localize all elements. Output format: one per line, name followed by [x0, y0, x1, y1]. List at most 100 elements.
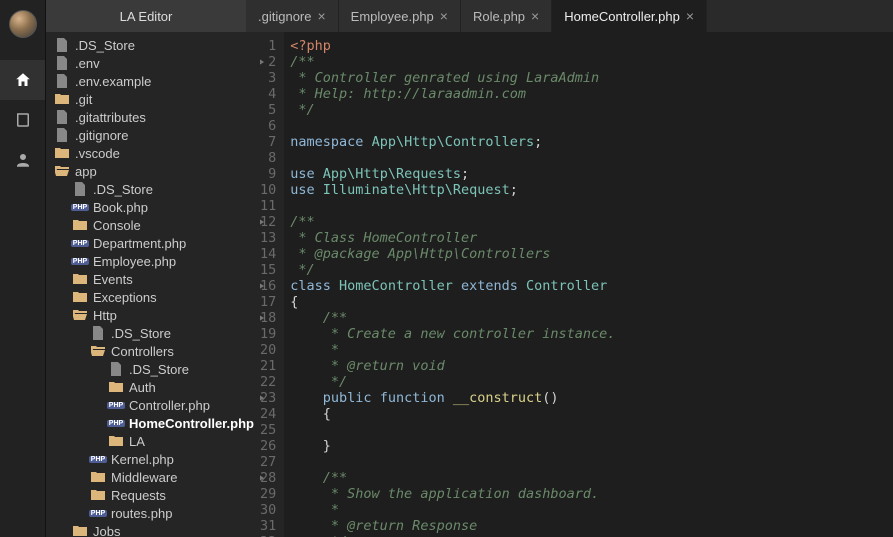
- close-icon[interactable]: ×: [531, 8, 539, 24]
- tree-item[interactable]: Controllers: [46, 342, 260, 360]
- code-line[interactable]: <?php: [290, 38, 893, 54]
- code-line[interactable]: */: [290, 262, 893, 278]
- tree-item[interactable]: .DS_Store: [46, 36, 260, 54]
- tree-item[interactable]: Middleware: [46, 468, 260, 486]
- tree-item-label: Employee.php: [93, 254, 176, 269]
- app-title: LA Editor: [46, 0, 246, 32]
- tree-item[interactable]: .DS_Store: [46, 324, 260, 342]
- code-line[interactable]: /**: [290, 54, 893, 70]
- code-line[interactable]: public function __construct(): [290, 390, 893, 406]
- code-line[interactable]: /**: [290, 310, 893, 326]
- code-line[interactable]: *: [290, 502, 893, 518]
- tree-item-label: Exceptions: [93, 290, 157, 305]
- folder-icon: [108, 379, 124, 395]
- code-line[interactable]: * Help: http://laraadmin.com: [290, 86, 893, 102]
- line-number: 4: [260, 86, 276, 102]
- tree-item[interactable]: .vscode: [46, 144, 260, 162]
- tree-item[interactable]: .DS_Store: [46, 360, 260, 378]
- editor[interactable]: 1234567891011121314151617181920212223242…: [260, 32, 893, 537]
- file-icon: [72, 181, 88, 197]
- line-number: 28: [260, 470, 276, 486]
- folder-open-icon: [90, 343, 106, 359]
- tree-item[interactable]: .gitignore: [46, 126, 260, 144]
- avatar[interactable]: [9, 10, 37, 38]
- line-number: 8: [260, 150, 276, 166]
- code-line[interactable]: [290, 198, 893, 214]
- tree-item[interactable]: Jobs: [46, 522, 260, 537]
- folder-icon: [72, 523, 88, 537]
- line-number: 24: [260, 406, 276, 422]
- close-icon[interactable]: ×: [686, 8, 694, 24]
- code-line[interactable]: * @return Response: [290, 518, 893, 534]
- code[interactable]: <?php/** * Controller genrated using Lar…: [284, 32, 893, 537]
- code-line[interactable]: *: [290, 342, 893, 358]
- tree-item-label: Controllers: [111, 344, 174, 359]
- tree-item[interactable]: app: [46, 162, 260, 180]
- code-line[interactable]: * @return void: [290, 358, 893, 374]
- tree-item[interactable]: PHPDepartment.php: [46, 234, 260, 252]
- nav-home[interactable]: [0, 60, 45, 100]
- code-line[interactable]: * Controller genrated using LaraAdmin: [290, 70, 893, 86]
- tab-role-php[interactable]: Role.php×: [461, 0, 552, 32]
- tree-item[interactable]: .gitattributes: [46, 108, 260, 126]
- nav-book[interactable]: [0, 100, 45, 140]
- code-line[interactable]: /**: [290, 214, 893, 230]
- php-icon: PHP: [72, 199, 88, 215]
- tree-item[interactable]: PHPEmployee.php: [46, 252, 260, 270]
- tree-item[interactable]: PHProutes.php: [46, 504, 260, 522]
- tree-item[interactable]: PHPBook.php: [46, 198, 260, 216]
- code-line[interactable]: [290, 150, 893, 166]
- home-icon: [14, 71, 32, 89]
- code-line[interactable]: */: [290, 102, 893, 118]
- tree-item[interactable]: PHPController.php: [46, 396, 260, 414]
- file-icon: [54, 73, 70, 89]
- line-number: 21: [260, 358, 276, 374]
- code-line[interactable]: }: [290, 438, 893, 454]
- file-tree[interactable]: .DS_Store.env.env.example.git.gitattribu…: [46, 32, 260, 537]
- tree-item[interactable]: LA: [46, 432, 260, 450]
- tree-item-label: .DS_Store: [75, 38, 135, 53]
- line-number: 23: [260, 390, 276, 406]
- tree-item[interactable]: Events: [46, 270, 260, 288]
- tree-item[interactable]: .env.example: [46, 72, 260, 90]
- code-line[interactable]: namespace App\Http\Controllers;: [290, 134, 893, 150]
- code-line[interactable]: use App\Http\Requests;: [290, 166, 893, 182]
- tab--gitignore[interactable]: .gitignore×: [246, 0, 339, 32]
- tree-item[interactable]: Exceptions: [46, 288, 260, 306]
- tree-item-label: app: [75, 164, 97, 179]
- tree-item-label: Auth: [129, 380, 156, 395]
- code-line[interactable]: [290, 118, 893, 134]
- close-icon[interactable]: ×: [440, 8, 448, 24]
- code-line[interactable]: * Create a new controller instance.: [290, 326, 893, 342]
- tree-item[interactable]: Console: [46, 216, 260, 234]
- code-line[interactable]: {: [290, 294, 893, 310]
- tree-item[interactable]: PHPHomeController.php: [46, 414, 260, 432]
- close-icon[interactable]: ×: [317, 8, 325, 24]
- line-number: 11: [260, 198, 276, 214]
- tree-item[interactable]: .git: [46, 90, 260, 108]
- tab-homecontroller-php[interactable]: HomeController.php×: [552, 0, 707, 32]
- tab-employee-php[interactable]: Employee.php×: [339, 0, 461, 32]
- tree-item[interactable]: .env: [46, 54, 260, 72]
- tree-item[interactable]: PHPKernel.php: [46, 450, 260, 468]
- code-line[interactable]: */: [290, 374, 893, 390]
- tree-item[interactable]: Requests: [46, 486, 260, 504]
- code-line[interactable]: * Class HomeController: [290, 230, 893, 246]
- tree-item[interactable]: Auth: [46, 378, 260, 396]
- code-line[interactable]: use Illuminate\Http\Request;: [290, 182, 893, 198]
- code-line[interactable]: {: [290, 406, 893, 422]
- code-line[interactable]: [290, 454, 893, 470]
- code-line[interactable]: * @package App\Http\Controllers: [290, 246, 893, 262]
- code-line[interactable]: [290, 422, 893, 438]
- line-number: 2: [260, 54, 276, 70]
- tree-item-label: .DS_Store: [93, 182, 153, 197]
- nav-users[interactable]: [0, 140, 45, 180]
- book-icon: [14, 111, 32, 129]
- main: LA Editor .gitignore×Employee.php×Role.p…: [46, 0, 893, 537]
- code-line[interactable]: /**: [290, 470, 893, 486]
- line-number: 25: [260, 422, 276, 438]
- code-line[interactable]: * Show the application dashboard.: [290, 486, 893, 502]
- code-line[interactable]: class HomeController extends Controller: [290, 278, 893, 294]
- tree-item[interactable]: .DS_Store: [46, 180, 260, 198]
- tree-item[interactable]: Http: [46, 306, 260, 324]
